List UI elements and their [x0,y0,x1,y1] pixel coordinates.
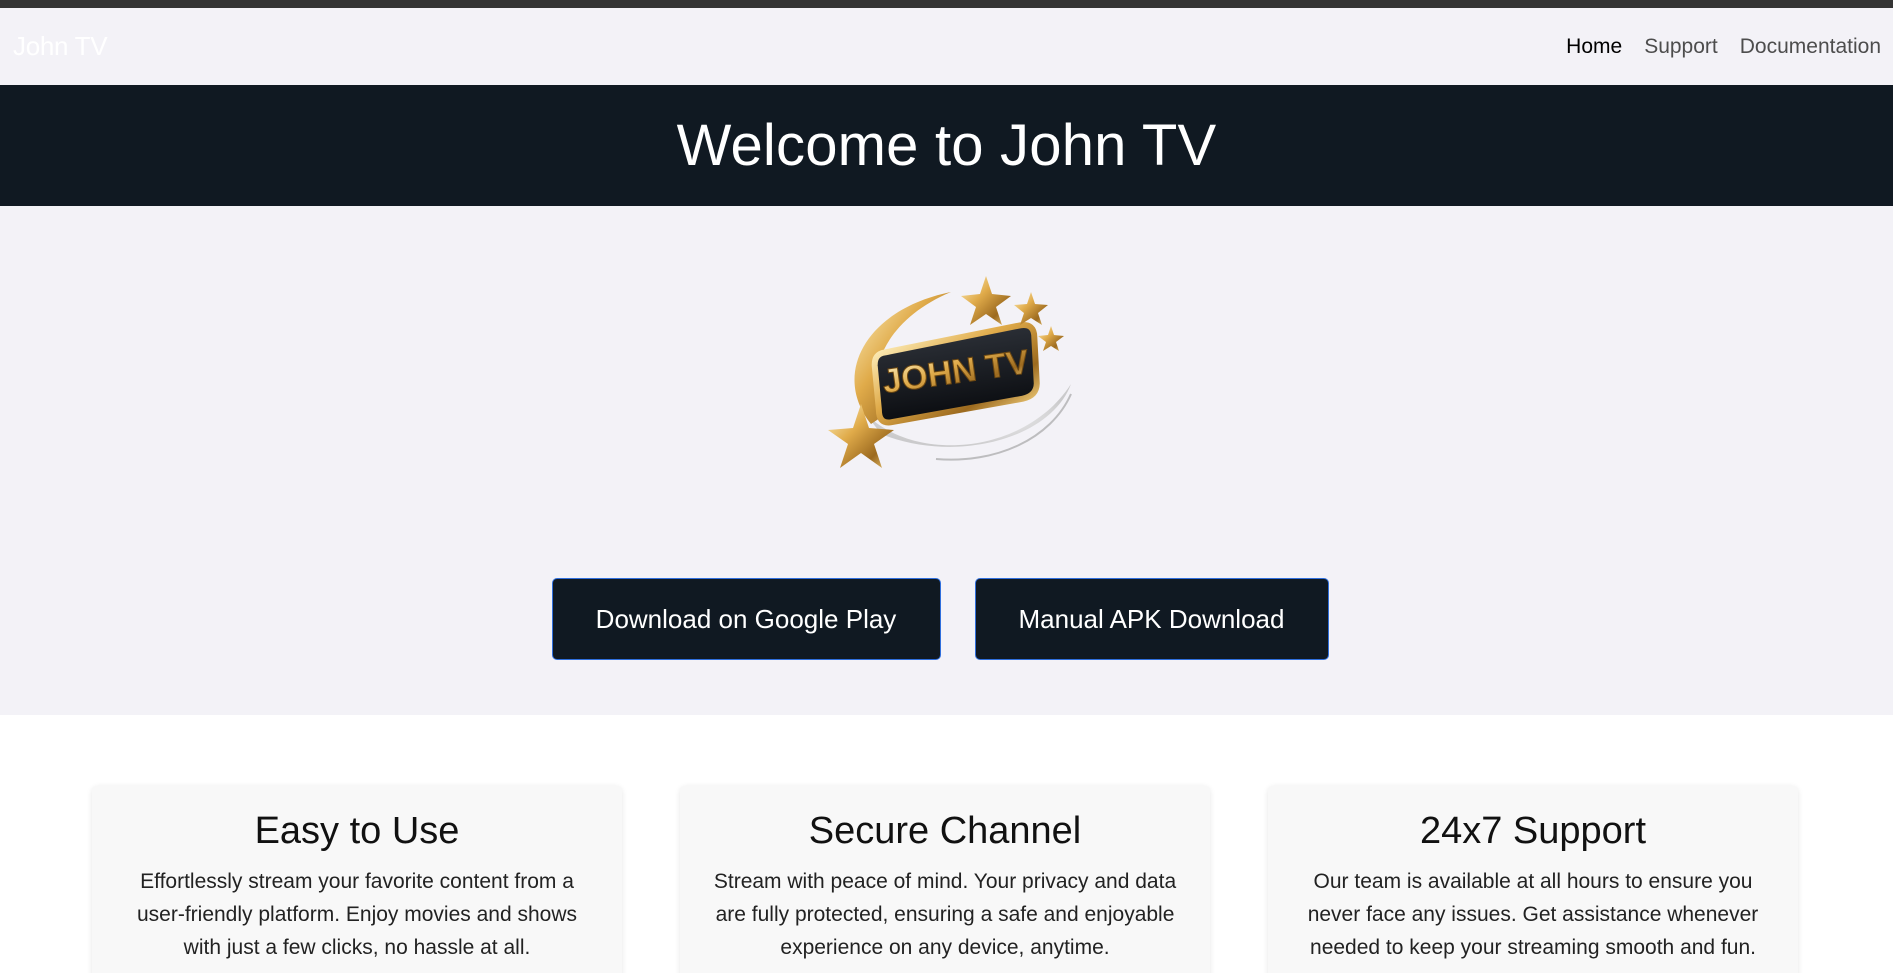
page-title: Welcome to John TV [676,113,1217,178]
brand-link[interactable]: John TV [13,31,108,62]
apk-download-button[interactable]: Manual APK Download [974,578,1329,660]
feature-card-easy-to-use: Easy to Use Effortlessly stream your fav… [92,786,622,973]
feature-text: Our team is available at all hours to en… [1307,870,1759,959]
features-section: Easy to Use Effortlessly stream your fav… [0,715,1893,973]
nav-link-documentation[interactable]: Documentation [1740,35,1881,59]
download-buttons: Download on Google Play Manual APK Downl… [0,578,1893,660]
hero-section: JOHN TV Download on Google Play Manual A… [0,206,1893,715]
feature-card-secure-channel: Secure Channel Stream with peace of mind… [680,786,1210,973]
google-play-download-button[interactable]: Download on Google Play [551,578,941,660]
nav-links: Home Support Documentation [1566,35,1881,59]
feature-text: Effortlessly stream your favorite conten… [136,870,577,959]
feature-title: Easy to Use [254,810,460,852]
feature-title: 24x7 Support [1419,810,1647,852]
feature-title: Secure Channel [808,810,1082,852]
feature-card-support: 24x7 Support Our team is available at al… [1268,786,1798,973]
navbar: John TV Home Support Documentation [0,8,1893,85]
john-tv-logo: JOHN TV [826,264,1086,474]
nav-link-home[interactable]: Home [1566,35,1622,59]
nav-link-support[interactable]: Support [1644,35,1718,59]
feature-text: Stream with peace of mind. Your privacy … [713,870,1177,959]
top-strip [0,0,1893,8]
hero-banner: Welcome to John TV [0,85,1893,206]
